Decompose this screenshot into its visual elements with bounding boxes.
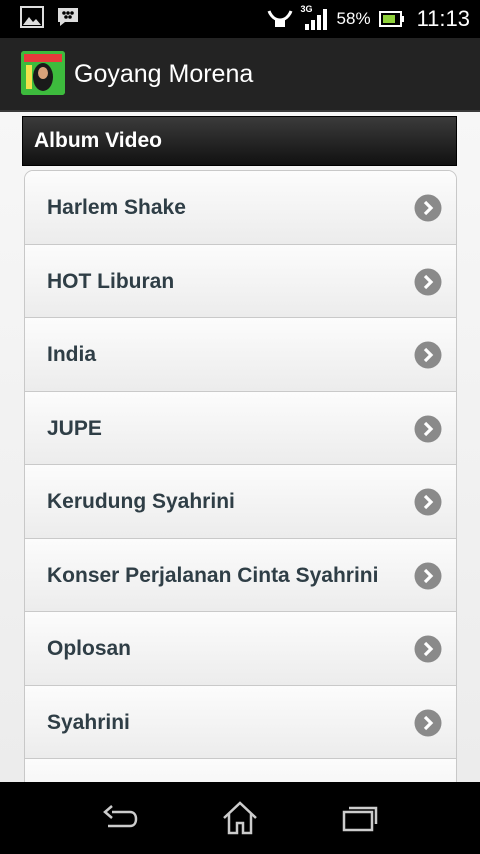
chevron-right-circle-icon (414, 562, 442, 589)
main-content: Album Video Harlem Shake HOT Liburan India… (0, 112, 480, 782)
app-logo-icon[interactable] (21, 51, 65, 95)
chevron-right-circle-icon (414, 194, 442, 222)
action-bar: Goyang Morena (0, 38, 480, 112)
list-item[interactable] (25, 759, 456, 782)
notification-icons (20, 6, 80, 28)
bbm-icon (58, 8, 78, 26)
list-item-label: Syahrini (47, 710, 130, 734)
battery-percent: 58% (336, 9, 371, 28)
navigation-bar (0, 782, 480, 854)
list-item-label: JUPE (47, 416, 102, 440)
image-icon (20, 6, 44, 28)
list-item[interactable]: JUPE (25, 391, 456, 465)
list-item[interactable]: Syahrini (25, 685, 456, 759)
list-item[interactable]: Kerudung Syahrini (25, 465, 456, 539)
chevron-right-circle-icon (414, 488, 442, 516)
wifi-shield-icon (267, 10, 292, 27)
section-header: Album Video (22, 116, 457, 166)
chevron-right-circle-icon (414, 268, 442, 295)
list-item-label: India (47, 343, 97, 366)
home-icon[interactable] (218, 796, 262, 840)
chevron-right-circle-icon (414, 341, 442, 369)
system-status: 3G 58% 11:13 (267, 0, 470, 38)
recent-apps-icon[interactable] (338, 796, 382, 840)
signal-icon (304, 9, 327, 30)
chevron-right-circle-icon (414, 415, 442, 442)
list-item[interactable]: HOT Liburan (25, 244, 456, 318)
list-item-label: HOT Liburan (47, 269, 175, 293)
list-item-label: Kerudung Syahrini (47, 490, 235, 513)
chevron-right-circle-icon (414, 635, 442, 663)
signal-group: 3G (301, 4, 329, 32)
status-bar: 3G 58% 11:13 (0, 0, 480, 38)
battery-icon (378, 11, 404, 27)
list-item-label: Oplosan (47, 637, 132, 660)
app-title: Goyang Morena (74, 60, 254, 88)
list-item[interactable]: Harlem Shake (25, 171, 456, 245)
chevron-right-circle-icon (414, 709, 442, 736)
list-item[interactable]: Oplosan (25, 612, 456, 686)
section-header-label: Album Video (34, 129, 162, 152)
clock: 11:13 (416, 6, 470, 31)
album-list: Harlem Shake HOT Liburan India JUPE Kerudung… (24, 170, 457, 782)
list-item[interactable]: India (25, 318, 456, 392)
back-icon[interactable] (98, 796, 142, 840)
list-item-label: Harlem Shake (47, 196, 186, 219)
list-item[interactable]: Konser Perjalanan Cinta Syahrini (25, 538, 456, 612)
list-item-label: Konser Perjalanan Cinta Syahrini (47, 563, 379, 587)
